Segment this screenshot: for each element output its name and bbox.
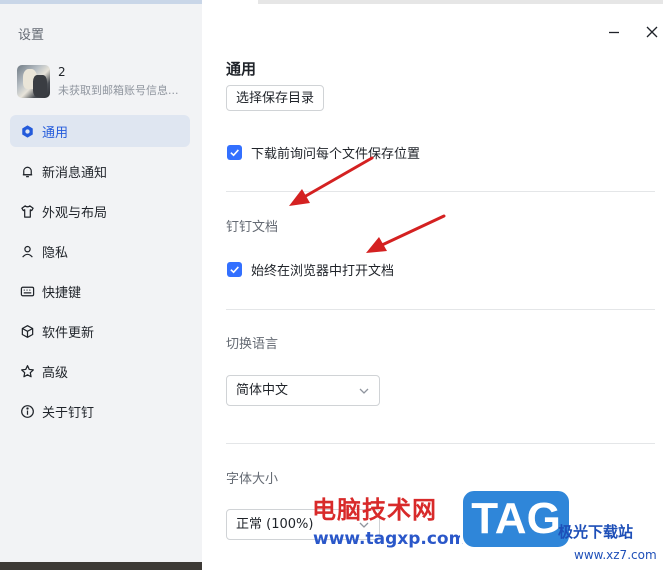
ask-save-location-label: 下载前询问每个文件保存位置 bbox=[251, 147, 421, 162]
open-docs-in-browser-checkbox-row[interactable]: 始终在浏览器中打开文档 bbox=[227, 260, 394, 279]
sidebar-item-notifications[interactable]: 新消息通知 bbox=[10, 155, 190, 187]
watermark-site-name: 极光下载站 bbox=[558, 523, 634, 541]
profile-subtitle: 未获取到邮箱账号信息... bbox=[58, 84, 179, 97]
sidebar-item-label: 高级 bbox=[42, 365, 69, 381]
font-size-select-value: 正常 (100%) bbox=[236, 517, 314, 532]
bell-icon bbox=[19, 163, 35, 179]
section-title-docs: 钉钉文档 bbox=[226, 220, 279, 235]
watermark-url: www.tagxp.com bbox=[313, 529, 467, 549]
close-button[interactable] bbox=[644, 24, 660, 40]
close-icon bbox=[646, 26, 658, 38]
settings-sidebar: 设置 2 未获取到邮箱账号信息... 通用 新消息通知 外观与布局 隐私 快捷键… bbox=[0, 0, 258, 570]
settings-title: 设置 bbox=[18, 28, 45, 43]
sidebar-item-appearance[interactable]: 外观与布局 bbox=[10, 195, 190, 227]
checkmark-icon bbox=[230, 266, 239, 274]
sidebar-item-shortcuts[interactable]: 快捷键 bbox=[10, 275, 190, 307]
sidebar-item-general[interactable]: 通用 bbox=[10, 115, 190, 147]
background-strip bbox=[258, 0, 663, 4]
keyboard-icon bbox=[19, 283, 35, 299]
sidebar-nav: 通用 新消息通知 外观与布局 隐私 快捷键 软件更新 高级 关于钉钉 bbox=[10, 115, 190, 435]
cube-icon bbox=[19, 323, 35, 339]
sidebar-item-label: 外观与布局 bbox=[42, 205, 108, 221]
ask-save-location-checkbox-row[interactable]: 下载前询问每个文件保存位置 bbox=[227, 143, 420, 162]
sidebar-item-label: 软件更新 bbox=[42, 325, 95, 341]
divider bbox=[226, 443, 655, 444]
watermark-site-url: www.xz7.com bbox=[574, 548, 657, 562]
profile-name: 2 bbox=[58, 65, 66, 79]
settings-panel: 通用 选择保存目录 下载前询问每个文件保存位置 钉钉文档 始终在浏览器中打开文档… bbox=[202, 0, 663, 570]
language-select[interactable]: 简体中文 bbox=[226, 375, 380, 406]
checkbox-checked[interactable] bbox=[227, 145, 242, 160]
checkmark-icon bbox=[230, 149, 239, 157]
sidebar-item-label: 新消息通知 bbox=[42, 165, 108, 181]
divider bbox=[226, 191, 655, 192]
general-icon bbox=[19, 123, 35, 139]
sidebar-item-update[interactable]: 软件更新 bbox=[10, 315, 190, 347]
language-select-value: 简体中文 bbox=[236, 383, 289, 398]
open-docs-in-browser-label: 始终在浏览器中打开文档 bbox=[251, 264, 395, 279]
sidebar-item-label: 快捷键 bbox=[42, 285, 82, 301]
shirt-icon bbox=[19, 203, 35, 219]
sidebar-item-privacy[interactable]: 隐私 bbox=[10, 235, 190, 267]
divider bbox=[226, 309, 655, 310]
person-icon bbox=[19, 243, 35, 259]
section-title-language: 切换语言 bbox=[226, 337, 279, 352]
sidebar-item-label: 隐私 bbox=[42, 245, 69, 261]
chevron-down-icon bbox=[359, 388, 369, 394]
sidebar-item-label: 通用 bbox=[42, 125, 69, 141]
minimize-icon bbox=[609, 31, 619, 34]
section-title-general: 通用 bbox=[226, 60, 257, 78]
user-profile[interactable]: 2 未获取到邮箱账号信息... bbox=[17, 64, 197, 98]
sidebar-item-advanced[interactable]: 高级 bbox=[10, 355, 190, 387]
info-icon bbox=[19, 403, 35, 419]
watermark-logo: TAG bbox=[460, 488, 572, 550]
star-icon bbox=[19, 363, 35, 379]
checkbox-checked[interactable] bbox=[227, 262, 242, 277]
sidebar-item-about[interactable]: 关于钉钉 bbox=[10, 395, 190, 427]
choose-save-directory-button[interactable]: 选择保存目录 bbox=[226, 85, 325, 111]
background-strip bbox=[0, 0, 202, 4]
section-title-font-size: 字体大小 bbox=[226, 472, 279, 487]
avatar bbox=[17, 65, 50, 98]
minimize-button[interactable] bbox=[606, 24, 622, 40]
sidebar-item-label: 关于钉钉 bbox=[42, 405, 95, 421]
watermark-text: 电脑技术网 bbox=[312, 496, 437, 524]
